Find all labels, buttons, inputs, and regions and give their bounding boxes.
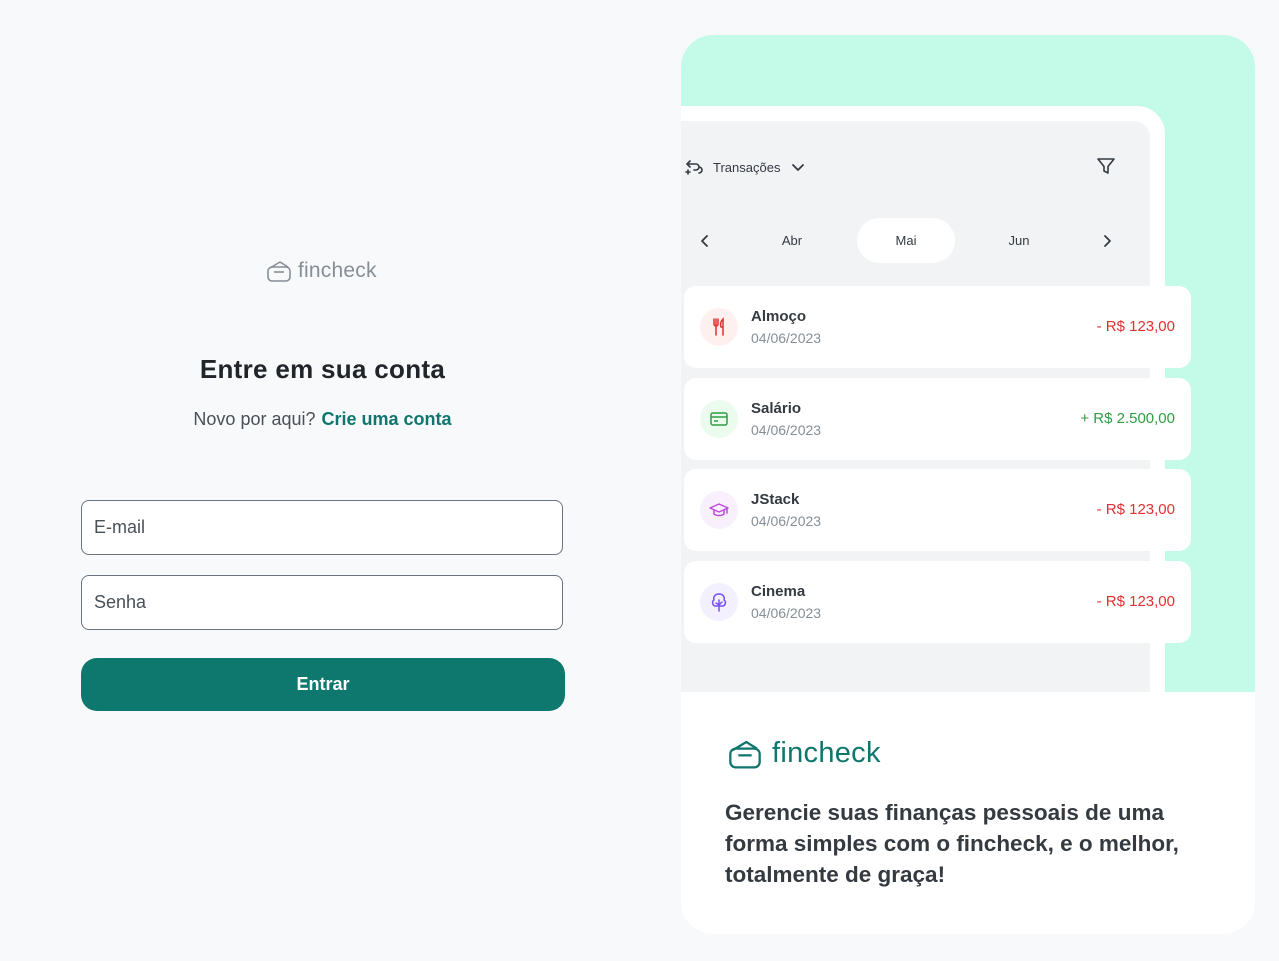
password-field[interactable] xyxy=(82,576,562,629)
promo-description: Gerencie suas finanças pessoais de uma f… xyxy=(725,800,1179,887)
transaction-name: JStack xyxy=(751,491,800,508)
chevron-right-icon[interactable] xyxy=(1098,232,1116,250)
brand-logo: fincheck xyxy=(266,259,377,283)
promo-brand-logo: fincheck xyxy=(727,737,881,770)
email-field-wrapper xyxy=(81,500,563,555)
wallet-icon xyxy=(267,261,291,282)
transaction-name: Cinema xyxy=(751,583,806,600)
month-item[interactable]: Jun xyxy=(970,218,1068,263)
dropdown-label: Transações xyxy=(713,159,781,175)
transaction-name: Salário xyxy=(751,400,802,417)
chevron-down-icon xyxy=(792,164,805,171)
transaction-amount: - R$ 123,00 xyxy=(1096,501,1175,518)
signup-prompt: Novo por aqui? Crie uma conta xyxy=(0,409,645,430)
transaction-card[interactable]: Salário 04/06/2023 + R$ 2.500,00 xyxy=(684,378,1191,460)
signup-prompt-text: Novo por aqui? xyxy=(193,409,316,429)
month-item-selected[interactable]: Mai xyxy=(857,218,955,263)
brand-name: fincheck xyxy=(298,259,377,282)
transaction-name: Almoço xyxy=(751,308,807,325)
transaction-card[interactable]: JStack 04/06/2023 - R$ 123,00 xyxy=(684,469,1191,551)
transaction-amount: - R$ 123,00 xyxy=(1096,593,1175,610)
transaction-date: 04/06/2023 xyxy=(751,513,822,529)
submit-button[interactable]: Entrar xyxy=(81,658,565,711)
filter-icon[interactable] xyxy=(1095,155,1117,177)
transaction-date: 04/06/2023 xyxy=(751,605,822,621)
password-field-wrapper xyxy=(81,575,563,630)
email-field[interactable] xyxy=(82,501,562,554)
transaction-card[interactable]: Almoço 04/06/2023 - R$ 123,00 xyxy=(684,286,1191,368)
transaction-card[interactable]: Cinema 04/06/2023 - R$ 123,00 xyxy=(684,561,1191,643)
card-icon xyxy=(700,400,738,438)
leisure-icon xyxy=(700,583,738,621)
page-title: Entre em sua conta xyxy=(199,354,446,384)
transaction-date: 04/06/2023 xyxy=(751,422,822,438)
food-icon xyxy=(700,308,738,346)
transaction-amount: - R$ 123,00 xyxy=(1096,318,1175,335)
transactions-dropdown[interactable]: Transações xyxy=(685,155,808,179)
month-selector: Abr Mai Jun xyxy=(681,218,1150,263)
month-item[interactable]: Abr xyxy=(743,218,841,263)
promo-brand-name: fincheck xyxy=(772,737,881,769)
transaction-date: 04/06/2023 xyxy=(751,330,822,346)
promo-card: Transações Abr Mai Jun Almoço 04/06/2023… xyxy=(681,35,1255,934)
signup-link[interactable]: Crie uma conta xyxy=(322,409,452,429)
transactions-icon xyxy=(685,160,703,175)
transaction-amount: + R$ 2.500,00 xyxy=(1080,410,1175,427)
education-icon xyxy=(700,491,738,529)
chevron-left-icon[interactable] xyxy=(696,232,714,250)
wallet-icon xyxy=(729,740,761,768)
login-panel: fincheck Entre em sua conta Novo por aqu… xyxy=(0,0,645,961)
